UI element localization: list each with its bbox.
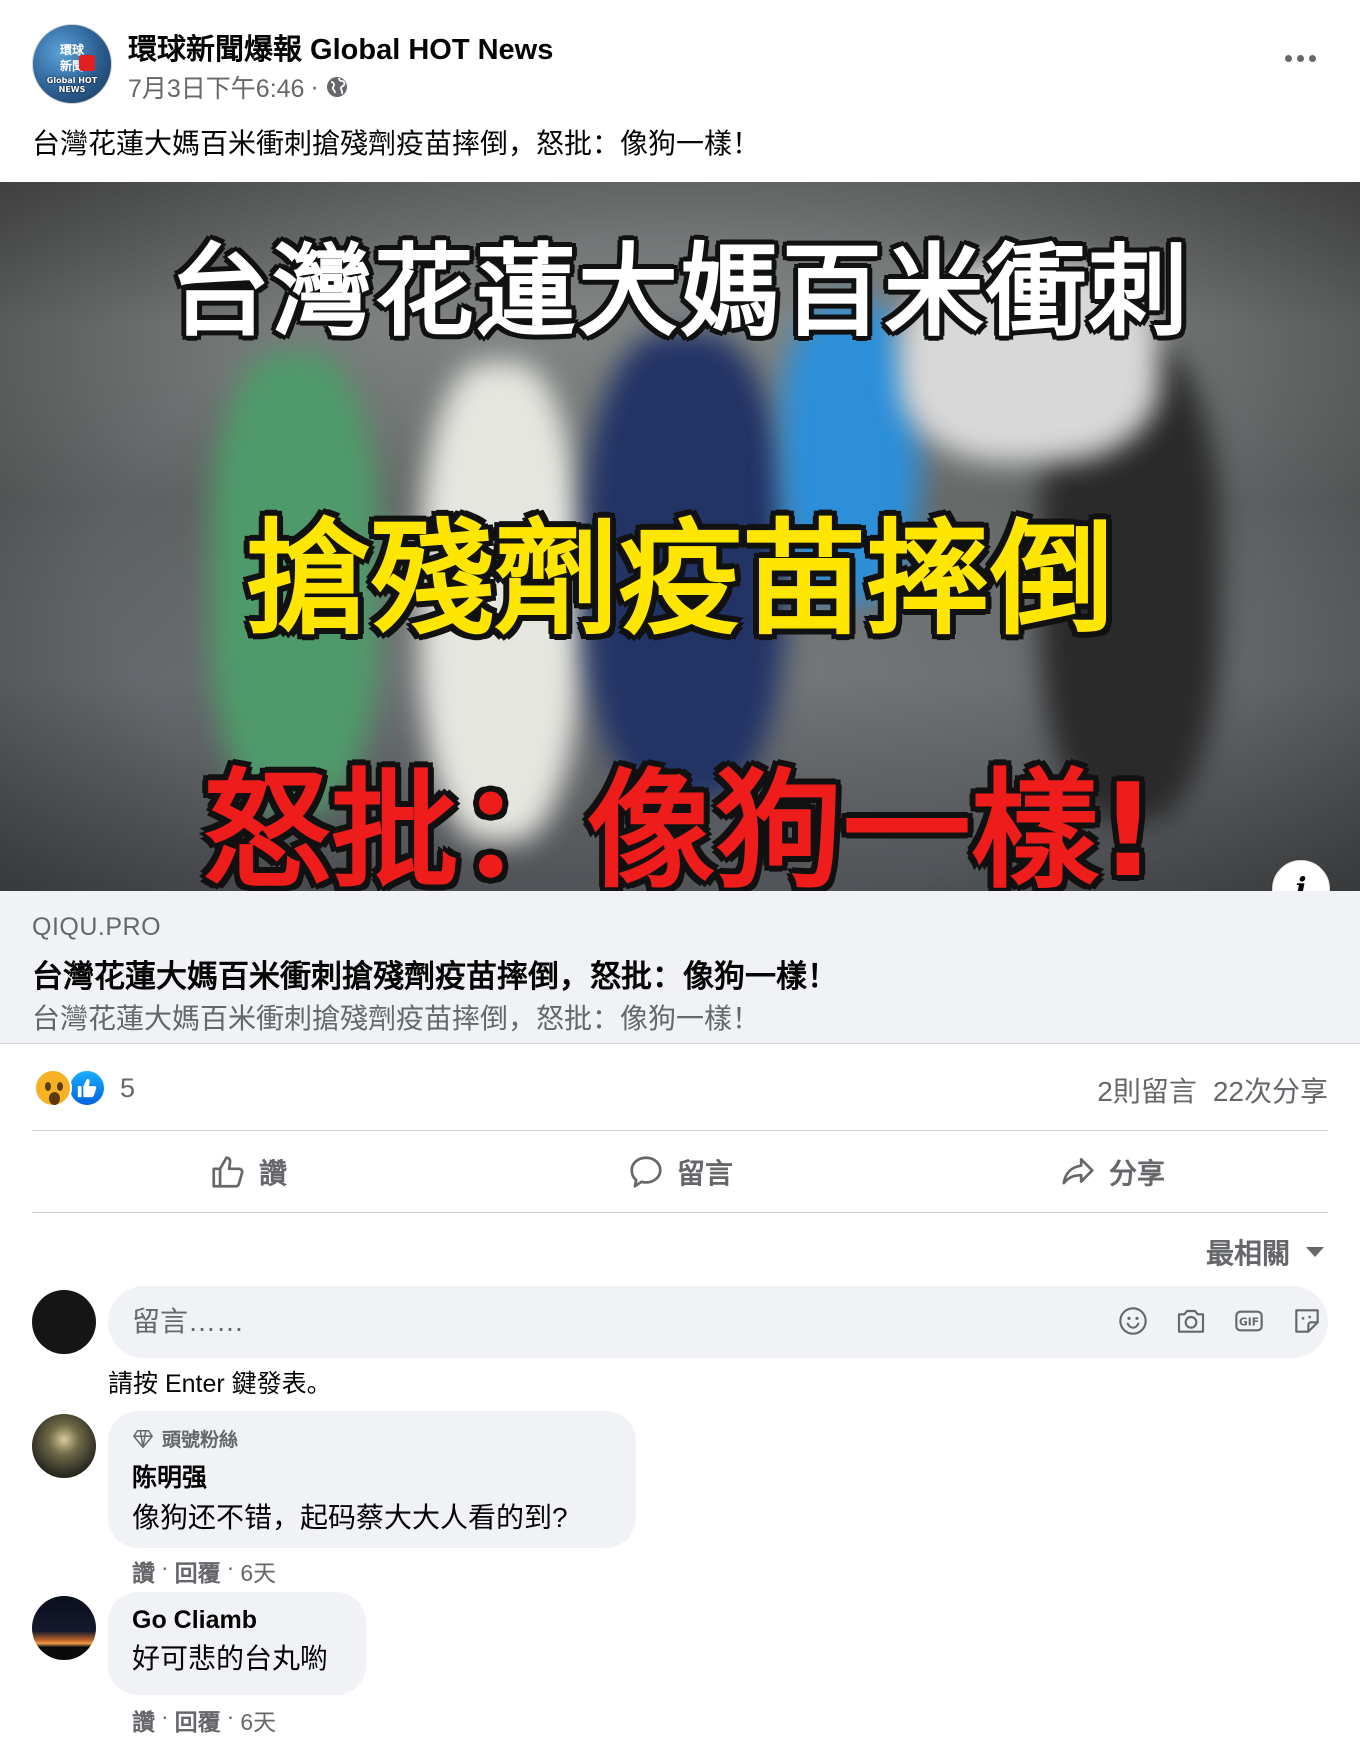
commenter-name[interactable]: 陈明强 (132, 1458, 612, 1494)
sticker-icon[interactable] (1290, 1304, 1324, 1338)
avatar-text-line1: 環球 (59, 43, 84, 57)
sticker-glyph (1295, 1309, 1319, 1333)
gif-glyph: GIF (1235, 1310, 1263, 1332)
comment-sort-dropdown[interactable]: 最相關 (1206, 1232, 1324, 1272)
page-avatar[interactable]: 環球 新聞 Global HOT NEWS (32, 24, 112, 104)
commenter-avatar[interactable] (32, 1596, 96, 1660)
post-timestamp[interactable]: 7月3日下午6:46 (128, 69, 304, 105)
enter-hint: 請按 Enter 鍵發表。 (108, 1370, 332, 1398)
composer-icons: GIF (1116, 1304, 1324, 1338)
divider (32, 1130, 1328, 1131)
like-icon (68, 1069, 106, 1107)
more-dot (1284, 54, 1292, 62)
top-fan-badge: 頭號粉絲 (132, 1425, 612, 1452)
comment-like-button[interactable]: 讚 (132, 1554, 155, 1588)
avatar-hot-mark (79, 55, 95, 71)
link-title: 台灣花蓮大媽百米衝刺搶殘劑疫苗摔倒，怒批：像狗一樣！ (32, 959, 838, 994)
comment-bubble: 頭號粉絲 陈明强 像狗还不错，起码蔡大大人看的到? (108, 1411, 636, 1548)
separator: · (161, 1703, 169, 1729)
separator: · (161, 1554, 169, 1580)
comment-like-button[interactable]: 讚 (132, 1703, 155, 1737)
link-description: 台灣花蓮大媽百米衝刺搶殘劑疫苗摔倒，怒批：像狗一樣！ (32, 1003, 761, 1034)
action-bar: 讚 留言 分享 (32, 1132, 1328, 1212)
emoji-glyph (1119, 1307, 1147, 1335)
comment-bubble: Go Cliamb 好可悲的台丸喲 (108, 1592, 366, 1695)
share-button[interactable]: 分享 (896, 1132, 1328, 1212)
camera-icon[interactable] (1174, 1304, 1208, 1338)
gif-icon[interactable]: GIF (1232, 1304, 1266, 1338)
post-image[interactable]: 台灣花蓮大媽百米衝刺 搶殘劑疫苗摔倒 怒批：像狗一樣! (0, 182, 1360, 891)
comment-button[interactable]: 留言 (464, 1132, 896, 1212)
more-dot (1308, 54, 1316, 62)
globe-icon[interactable] (325, 75, 349, 99)
share-icon (1062, 1157, 1094, 1185)
wow-icon (34, 1069, 72, 1107)
meta-separator: · (310, 72, 319, 101)
separator: · (226, 1703, 235, 1729)
image-headline-1: 台灣花蓮大媽百米衝刺 (170, 233, 1190, 350)
comment-text: 像狗还不错，起码蔡大大人看的到? (132, 1502, 568, 1533)
reaction-summary[interactable]: 5 (34, 1069, 135, 1107)
post-meta: 7月3日下午6:46 · (128, 69, 349, 105)
wow-eye (57, 1082, 63, 1091)
post-header: 環球 新聞 Global HOT NEWS 環球新聞爆報 Global HOT … (32, 22, 1328, 104)
like-label: 讚 (258, 1158, 287, 1189)
thumbs-up-icon (212, 1156, 244, 1188)
camera-glyph (1177, 1309, 1205, 1333)
more-options-button[interactable] (1274, 42, 1326, 74)
commenter-avatar[interactable] (32, 1414, 96, 1478)
current-user-avatar[interactable] (32, 1290, 96, 1354)
divider (32, 1212, 1328, 1213)
comment-actions: 讚 · 回覆 · 6天 (132, 1703, 276, 1737)
badge-label: 頭號粉絲 (162, 1430, 239, 1451)
comment-reply-button[interactable]: 回覆 (175, 1554, 221, 1588)
image-headline-3: 怒批：像狗一樣! (202, 757, 1158, 891)
like-button[interactable]: 讚 (32, 1132, 464, 1212)
comments-count-link[interactable]: 2則留言 (1097, 1070, 1197, 1110)
comment-label: 留言 (676, 1158, 733, 1189)
commenter-name[interactable]: Go Cliamb (132, 1606, 342, 1635)
wow-mouth (49, 1092, 60, 1105)
caret-down-icon (1306, 1247, 1324, 1257)
svg-text:GIF: GIF (1239, 1316, 1259, 1329)
emoji-icon[interactable] (1116, 1304, 1150, 1338)
engagement-counts: 2則留言 22次分享 (1097, 1070, 1328, 1110)
wow-eye (45, 1082, 51, 1091)
comment-text: 好可悲的台丸喲 (132, 1643, 329, 1674)
post-text: 台灣花蓮大媽百米衝刺搶殘劑疫苗摔倒，怒批：像狗一樣！ (32, 128, 761, 159)
comment-actions: 讚 · 回覆 · 6天 (132, 1554, 276, 1588)
image-headline-2: 搶殘劑疫苗摔倒 (245, 508, 1114, 652)
reaction-count: 5 (120, 1072, 136, 1103)
comment-time[interactable]: 6天 (240, 1703, 276, 1737)
share-label: 分享 (1108, 1158, 1165, 1189)
avatar-text-line2: 新聞 (59, 59, 84, 73)
sort-label: 最相關 (1205, 1238, 1290, 1269)
avatar-text-line3: Global HOT NEWS (46, 76, 98, 94)
comment-time[interactable]: 6天 (240, 1554, 276, 1588)
comment-reply-button[interactable]: 回覆 (175, 1703, 221, 1737)
separator: · (226, 1554, 235, 1580)
link-preview[interactable]: QIQU.PRO 台灣花蓮大媽百米衝刺搶殘劑疫苗摔倒，怒批：像狗一樣！ 台灣花蓮… (0, 891, 1360, 1044)
page-name-link[interactable]: 環球新聞爆報 Global HOT News (128, 26, 553, 68)
link-domain: QIQU.PRO (32, 913, 162, 941)
thumb-up-glyph (77, 1078, 97, 1098)
more-dot (1296, 54, 1304, 62)
shares-count-link[interactable]: 22次分享 (1213, 1070, 1328, 1110)
diamond-icon (133, 1429, 153, 1448)
comment-icon (630, 1156, 662, 1188)
